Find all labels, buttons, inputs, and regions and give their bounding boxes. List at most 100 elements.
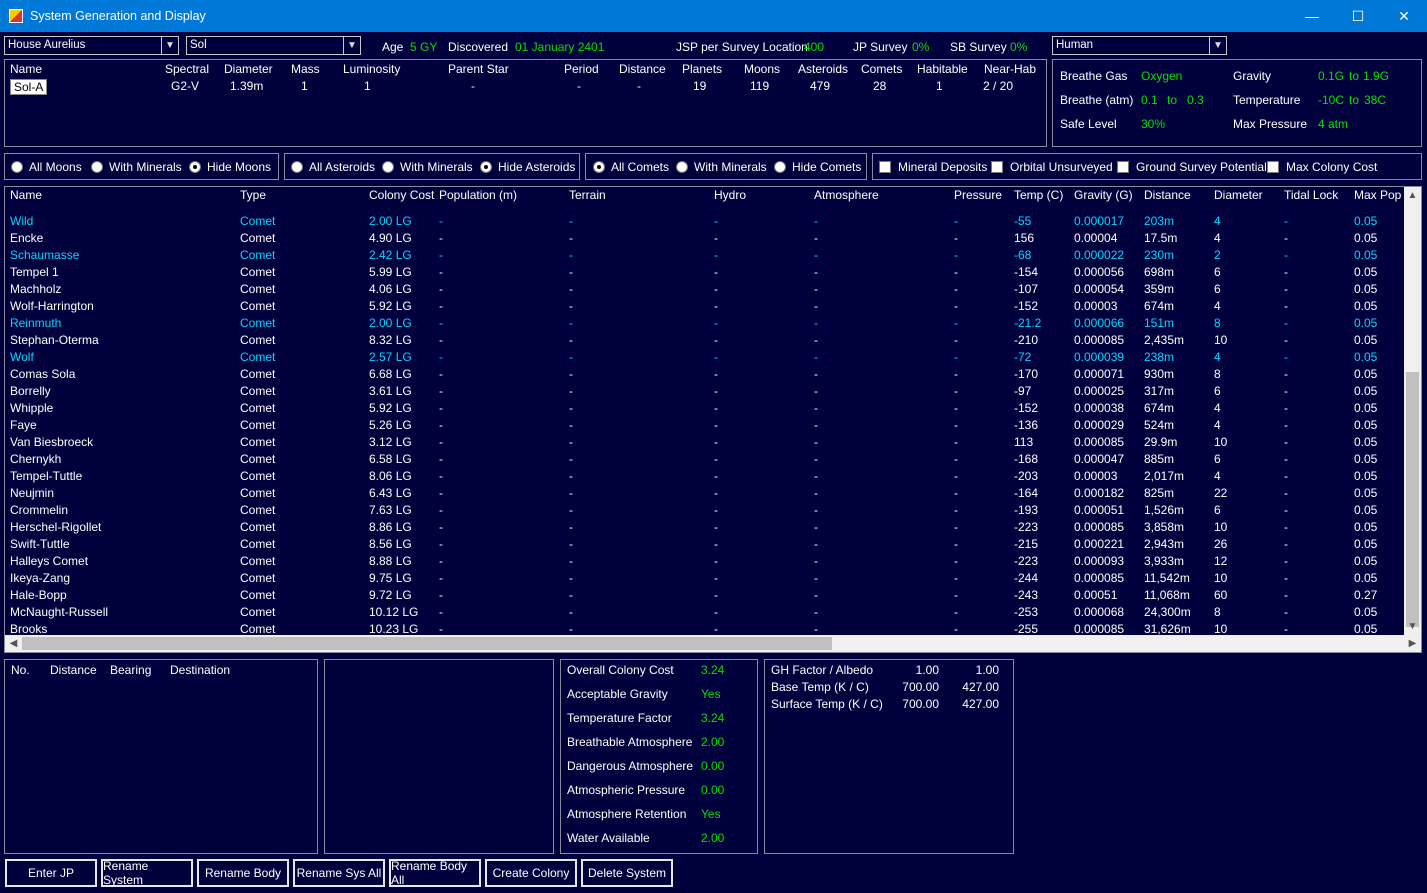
scroll-down-icon[interactable]: ▼ <box>1404 618 1421 635</box>
col-header-diameter[interactable]: Diameter <box>1214 187 1263 204</box>
rename-body-button[interactable]: Rename Body <box>197 859 289 887</box>
radio-all-asteroids[interactable]: All Asteroids <box>291 160 375 174</box>
vertical-scrollbar[interactable]: ▲ ▼ <box>1404 187 1421 635</box>
colony-factor-value: 2.00 <box>701 831 725 845</box>
scroll-up-icon[interactable]: ▲ <box>1404 187 1421 204</box>
radio-asteroids-with-minerals[interactable]: With Minerals <box>382 160 473 174</box>
table-row[interactable]: Stephan-Oterma Comet 8.32 LG - - - - - -210 0.000… <box>5 332 1405 349</box>
cell-gravity: 0.000051 <box>1074 503 1125 517</box>
cell-type: Comet <box>240 384 276 398</box>
cell-name: Tempel-Tuttle <box>10 469 83 483</box>
radio-all-comets[interactable]: All Comets <box>593 160 669 174</box>
cell-population: - <box>439 588 443 602</box>
table-row[interactable]: Wolf-Harrington Comet 5.92 LG - - - - - -152 0.00… <box>5 298 1405 315</box>
cell-gravity: 0.000029 <box>1074 418 1125 432</box>
delete-system-button[interactable]: Delete System <box>581 859 673 887</box>
cell-distance: 930m <box>1144 367 1175 381</box>
table-row[interactable]: Crommelin Comet 7.63 LG - - - - - -193 0.000051 1,… <box>5 502 1405 519</box>
maximize-button[interactable]: ☐ <box>1335 0 1381 32</box>
col-header-distance[interactable]: Distance <box>1144 187 1191 204</box>
table-row[interactable]: Schaumasse Comet 2.42 LG - - - - - -68 0.000022 23… <box>5 247 1405 264</box>
table-row[interactable]: Chernykh Comet 6.58 LG - - - - - -168 0.000047 885… <box>5 451 1405 468</box>
table-row[interactable]: Van Biesbroeck Comet 3.12 LG - - - - - 113 0.0000… <box>5 434 1405 451</box>
table-row[interactable]: Wild Comet 2.00 LG - - - - - -55 0.000017 203m 4 - 0.… <box>5 213 1405 230</box>
table-row[interactable]: McNaught-Russell Comet 10.12 LG - - - - - -253 0.… <box>5 604 1405 621</box>
radio-moons-with-minerals[interactable]: With Minerals <box>91 160 182 174</box>
table-row[interactable]: Halleys Comet Comet 8.88 LG - - - - - -223 0.0000… <box>5 553 1405 570</box>
col-header-atmosphere[interactable]: Atmosphere <box>814 187 879 204</box>
cell-diameter: 4 <box>1214 214 1221 228</box>
table-row[interactable]: Ikeya-Zang Comet 9.75 LG - - - - - -244 0.000085 1… <box>5 570 1405 587</box>
col-header-max-pop[interactable]: Max Pop <box>1354 187 1401 204</box>
star-header-near-hab: Near-Hab <box>984 62 1037 76</box>
rename-sys-all-button[interactable]: Rename Sys All <box>293 859 385 887</box>
col-header-hydro[interactable]: Hydro <box>714 187 746 204</box>
enter-jp-button[interactable]: Enter JP <box>5 859 97 887</box>
scroll-thumb[interactable] <box>1406 372 1419 627</box>
table-row[interactable]: Neujmin Comet 6.43 LG - - - - - -164 0.000182 825m… <box>5 485 1405 502</box>
table-row[interactable]: Faye Comet 5.26 LG - - - - - -136 0.000029 524m 4 - 0… <box>5 417 1405 434</box>
table-row[interactable]: Tempel-Tuttle Comet 8.06 LG - - - - - -203 0.0000… <box>5 468 1405 485</box>
table-row[interactable]: Borrelly Comet 3.61 LG - - - - - -97 0.000025 317m… <box>5 383 1405 400</box>
cell-pressure: - <box>954 231 958 245</box>
cell-diameter: 60 <box>1214 588 1228 602</box>
col-header-gravity[interactable]: Gravity (G) <box>1074 187 1133 204</box>
close-button[interactable]: ✕ <box>1381 0 1427 32</box>
check-ground-survey-potential[interactable]: Ground Survey Potential <box>1117 160 1267 174</box>
col-header-temp[interactable]: Temp (C) <box>1014 187 1063 204</box>
table-row[interactable]: Whipple Comet 5.92 LG - - - - - -152 0.000038 674m… <box>5 400 1405 417</box>
horizontal-scrollbar[interactable]: ◀ ▶ <box>5 635 1421 652</box>
jump-point-panel[interactable]: No. Distance Bearing Destination <box>4 659 318 854</box>
table-row[interactable]: Herschel-Rigollet Comet 8.86 LG - - - - - -223 0.… <box>5 519 1405 536</box>
check-mineral-deposits[interactable]: Mineral Deposits <box>879 160 987 174</box>
table-row[interactable]: Machholz Comet 4.06 LG - - - - - -107 0.000054 359… <box>5 281 1405 298</box>
table-row[interactable]: Tempel 1 Comet 5.99 LG - - - - - -154 0.000056 698… <box>5 264 1405 281</box>
cell-colony-cost: 6.68 LG <box>369 367 412 381</box>
checkbox <box>1117 161 1129 173</box>
cell-pressure: - <box>954 452 958 466</box>
rename-system-button[interactable]: Rename System <box>101 859 193 887</box>
cell-temp: -154 <box>1014 265 1039 279</box>
race-select[interactable]: House Aurelius ▼ <box>4 36 179 55</box>
check-max-colony-cost[interactable]: Max Colony Cost <box>1267 160 1377 174</box>
radio-comets-with-minerals[interactable]: With Minerals <box>676 160 767 174</box>
table-row[interactable]: Swift-Tuttle Comet 8.56 LG - - - - - -215 0.00022… <box>5 536 1405 553</box>
cell-temp: -152 <box>1014 401 1039 415</box>
radio-hide-comets[interactable]: Hide Comets <box>774 160 861 174</box>
empty-list-panel[interactable] <box>324 659 554 854</box>
col-header-terrain[interactable]: Terrain <box>569 187 606 204</box>
scroll-thumb[interactable] <box>22 637 832 650</box>
cell-hydro: - <box>714 316 718 330</box>
species-select[interactable]: Human ▼ <box>1052 36 1227 55</box>
cell-terrain: - <box>569 537 573 551</box>
col-header-tidal-lock[interactable]: Tidal Lock <box>1284 187 1338 204</box>
col-header-population[interactable]: Population (m) <box>439 187 517 204</box>
table-row[interactable]: Reinmuth Comet 2.00 LG - - - - - -21.2 0.000066 15… <box>5 315 1405 332</box>
create-colony-button[interactable]: Create Colony <box>485 859 577 887</box>
minimize-button[interactable]: — <box>1289 0 1335 32</box>
radio-dot <box>676 161 688 173</box>
star-value-name[interactable]: Sol-A <box>10 79 48 95</box>
system-body-grid[interactable]: Name Type Colony Cost Population (m) Terrain… <box>4 186 1422 653</box>
col-header-name[interactable]: Name <box>10 187 42 204</box>
scroll-left-icon[interactable]: ◀ <box>5 635 22 652</box>
rename-body-all-button[interactable]: Rename Body All <box>389 859 481 887</box>
table-row[interactable]: Comas Sola Comet 6.68 LG - - - - - -170 0.000071 9… <box>5 366 1405 383</box>
radio-all-moons[interactable]: All Moons <box>11 160 82 174</box>
cell-terrain: - <box>569 418 573 432</box>
cell-type: Comet <box>240 299 276 313</box>
table-row[interactable]: Encke Comet 4.90 LG - - - - - 156 0.00004 17.5m 4 - 0… <box>5 230 1405 247</box>
table-row[interactable]: Hale-Bopp Comet 9.72 LG - - - - - -243 0.00051 11,… <box>5 587 1405 604</box>
col-header-type[interactable]: Type <box>240 187 266 204</box>
radio-hide-moons[interactable]: Hide Moons <box>189 160 271 174</box>
cell-gravity: 0.000054 <box>1074 282 1125 296</box>
check-orbital-unsurveyed[interactable]: Orbital Unsurveyed <box>991 160 1113 174</box>
table-row[interactable]: Wolf Comet 2.57 LG - - - - - -72 0.000039 238m 4 - 0.… <box>5 349 1405 366</box>
radio-hide-asteroids[interactable]: Hide Asteroids <box>480 160 575 174</box>
system-select[interactable]: Sol ▼ <box>186 36 361 55</box>
scroll-right-icon[interactable]: ▶ <box>1404 635 1421 652</box>
col-header-pressure[interactable]: Pressure <box>954 187 1002 204</box>
cell-distance: 698m <box>1144 265 1175 279</box>
temp-row-label: Surface Temp (K / C) <box>771 697 883 711</box>
col-header-colony-cost[interactable]: Colony Cost <box>369 187 434 204</box>
